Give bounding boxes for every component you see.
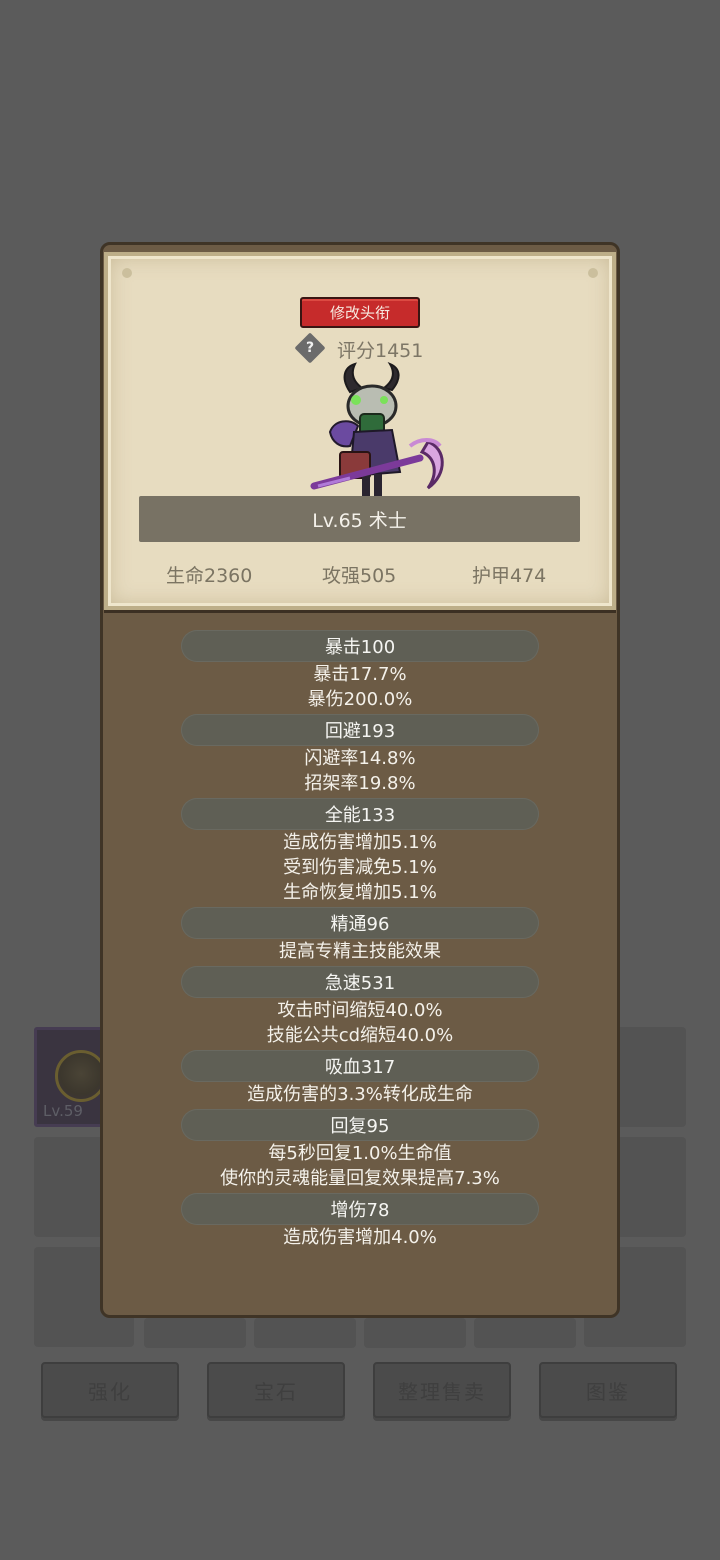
stat-detail: 招架率19.8% xyxy=(304,773,416,794)
stat-group-avoidance: 回避193 闪避率14.8% 招架率19.8% xyxy=(104,714,616,796)
stat-group-haste: 急速531 攻击时间缩短40.0% 技能公共cd缩短40.0% xyxy=(104,966,616,1048)
inventory-slot[interactable] xyxy=(474,1318,576,1348)
inventory-slot[interactable] xyxy=(254,1318,356,1348)
stat-header: 回避193 xyxy=(181,714,539,746)
hp-stat: 生命2360 xyxy=(166,565,253,587)
stat-detail: 每5秒回复1.0%生命值 xyxy=(268,1143,452,1164)
stat-detail: 攻击时间缩短40.0% xyxy=(277,1000,443,1021)
inventory-item-level: Lv.59 xyxy=(43,1102,83,1120)
question-diamond-icon[interactable]: ? xyxy=(294,332,326,364)
help-symbol: ? xyxy=(305,340,315,356)
stat-detail: 暴伤200.0% xyxy=(307,689,413,710)
stat-header: 吸血317 xyxy=(181,1050,539,1082)
stat-group-versatility: 全能133 造成伤害增加5.1% 受到伤害减免5.1% 生命恢复增加5.1% xyxy=(104,798,616,905)
stat-group-regen: 回复95 每5秒回复1.0%生命值 使你的灵魂能量回复效果提高7.3% xyxy=(104,1109,616,1191)
stat-header: 回复95 xyxy=(181,1109,539,1141)
stat-group-crit: 暴击100 暴击17.7% 暴伤200.0% xyxy=(104,630,616,712)
gem-button[interactable]: 宝石 xyxy=(207,1362,345,1418)
stat-detail: 生命恢复增加5.1% xyxy=(283,882,437,903)
stat-detail: 造成伤害增加4.0% xyxy=(283,1227,437,1248)
stat-detail: 闪避率14.8% xyxy=(304,748,416,769)
enhance-button[interactable]: 强化 xyxy=(41,1362,179,1418)
stat-group-mastery: 精通96 提高专精主技能效果 xyxy=(104,907,616,964)
stat-header: 急速531 xyxy=(181,966,539,998)
stat-detail: 造成伤害增加5.1% xyxy=(283,832,437,853)
stat-header: 精通96 xyxy=(181,907,539,939)
rivet xyxy=(588,268,598,278)
stat-detail: 技能公共cd缩短40.0% xyxy=(266,1025,454,1046)
level-class-banner: Lv.65 术士 xyxy=(139,496,580,542)
attack-stat: 攻强505 xyxy=(322,565,397,587)
secondary-stats-list: 暴击100 暴击17.7% 暴伤200.0% 回避193 闪避率14.8% 招架… xyxy=(104,630,616,1252)
armor-stat: 护甲474 xyxy=(472,565,547,587)
sort-sell-button[interactable]: 整理售卖 xyxy=(373,1362,511,1418)
stat-detail: 提高专精主技能效果 xyxy=(279,941,441,962)
warlock-character-sprite xyxy=(310,362,444,496)
stat-detail: 造成伤害的3.3%转化成生命 xyxy=(247,1084,473,1105)
stat-detail: 使你的灵魂能量回复效果提高7.3% xyxy=(220,1168,500,1189)
score-label: 评分1451 xyxy=(337,340,424,362)
stat-detail: 受到伤害减免5.1% xyxy=(283,857,437,878)
stat-detail: 暴击17.7% xyxy=(313,664,407,685)
stat-group-damage-bonus: 增伤78 造成伤害增加4.0% xyxy=(104,1193,616,1250)
stat-header: 全能133 xyxy=(181,798,539,830)
stat-header: 暴击100 xyxy=(181,630,539,662)
inventory-slot[interactable] xyxy=(364,1318,466,1348)
stat-header: 增伤78 xyxy=(181,1193,539,1225)
inventory-slot[interactable] xyxy=(144,1318,246,1348)
codex-button[interactable]: 图鉴 xyxy=(539,1362,677,1418)
rename-title-button[interactable]: 修改头衔 xyxy=(300,297,420,328)
stat-group-lifesteal: 吸血317 造成伤害的3.3%转化成生命 xyxy=(104,1050,616,1107)
rivet xyxy=(122,268,132,278)
